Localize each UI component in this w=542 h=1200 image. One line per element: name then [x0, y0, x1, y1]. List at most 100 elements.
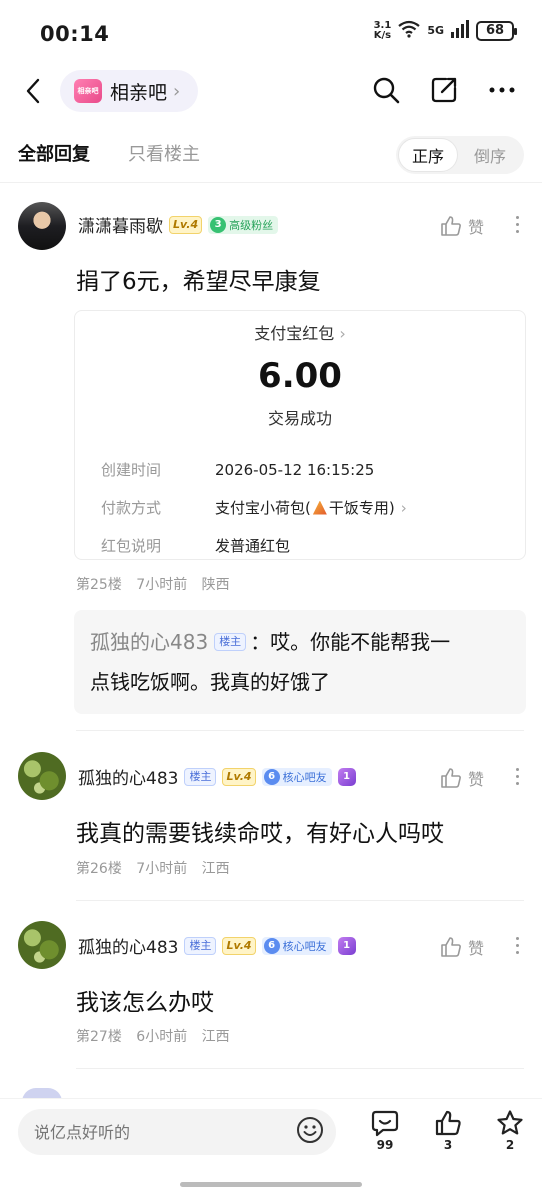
thumbs-up-icon — [441, 216, 461, 236]
sub-reply[interactable]: 孤独的心483 楼主 ：哎。你能不能帮我一 点钱吃饭啊。我真的好饿了 — [74, 610, 526, 714]
fan-badge: 6 核心吧友 — [261, 936, 332, 955]
avatar[interactable] — [18, 202, 66, 250]
status-bar: 00:14 3.1 K/s 5G 68 — [0, 0, 542, 66]
order-switch: 正序 倒序 — [396, 136, 524, 174]
owner-badge: 楼主 — [184, 767, 217, 786]
star-icon — [497, 1110, 523, 1135]
floor-number: 第27楼 — [76, 1029, 122, 1045]
divider — [76, 1068, 524, 1069]
battery-icon: 68 — [476, 20, 517, 41]
signal-icon — [450, 20, 470, 41]
sub-reply-text-cont: 点钱吃饭啊。我真的好饿了 — [90, 670, 330, 694]
share-button[interactable] — [428, 74, 460, 106]
chevron-right-icon: › — [173, 80, 181, 102]
network-speed: 3.1 K/s — [373, 19, 392, 41]
username[interactable]: 潇潇暮雨歇 — [78, 212, 163, 237]
medal-icon: 1 — [337, 936, 356, 955]
user-info: 潇潇暮雨歇 Lv.4 3 高级粉丝 — [78, 212, 279, 237]
thumbs-up-icon — [435, 1110, 461, 1136]
divider — [76, 730, 524, 731]
thumbs-up-icon — [441, 768, 461, 788]
post-meta: 第27楼 6小时前 江西 — [76, 1026, 240, 1046]
tab-only-op[interactable]: 只看楼主 — [128, 140, 200, 166]
sub-reply-author[interactable]: 孤独的心483 — [90, 622, 208, 662]
pizza-icon — [312, 500, 327, 515]
post-location: 江西 — [201, 861, 230, 877]
divider — [76, 900, 524, 901]
sub-reply-text: ：哎。你能不能帮我一 — [250, 630, 451, 654]
search-button[interactable] — [370, 74, 402, 106]
username[interactable]: 孤独的心483 — [78, 933, 178, 958]
post-meta: 第25楼 7小时前 陕西 — [76, 574, 240, 594]
post-more-button[interactable] — [514, 216, 520, 233]
pay-row-note: 红包说明 发普通红包 — [101, 537, 291, 555]
post-more-button[interactable] — [514, 768, 520, 785]
home-indicator[interactable] — [180, 1182, 362, 1187]
status-time: 00:14 — [40, 22, 110, 46]
like-count: 3 — [443, 1138, 453, 1152]
back-button[interactable] — [18, 74, 48, 108]
pay-status: 交易成功 — [267, 409, 332, 428]
more-horizontal-icon — [489, 87, 515, 93]
floor-number: 第26楼 — [76, 861, 122, 877]
fan-badge: 6 核心吧友 — [261, 767, 332, 786]
network-type: 5G — [427, 24, 444, 37]
forum-entry-button[interactable]: 相亲吧 相亲吧 › — [60, 70, 198, 112]
emoji-icon — [297, 1117, 323, 1143]
fan-badge: 3 高级粉丝 — [208, 215, 279, 234]
owner-badge: 楼主 — [184, 936, 217, 955]
wifi-icon — [397, 20, 421, 41]
post-time: 7小时前 — [136, 577, 188, 593]
post-content: 我真的需要钱续命哎，有好心人吗哎 — [76, 821, 444, 847]
like-button[interactable]: 赞 — [440, 935, 484, 959]
post-time: 7小时前 — [136, 861, 188, 877]
user-info: 孤独的心483 楼主 Lv.4 6 核心吧友 1 — [78, 933, 356, 958]
pay-row-created: 创建时间 2026-05-12 16:15:25 — [101, 460, 375, 480]
chevron-right-icon: › — [400, 498, 407, 517]
order-desc-button[interactable]: 倒序 — [460, 138, 520, 172]
status-icons: 3.1 K/s 5G 68 — [373, 19, 517, 41]
like-button[interactable]: 赞 — [440, 214, 484, 238]
emoji-button[interactable] — [296, 1116, 324, 1144]
share-icon — [431, 77, 457, 103]
comment-count: 99 — [376, 1138, 394, 1152]
medal-icon: 1 — [337, 767, 356, 786]
divider — [0, 182, 542, 183]
search-icon — [373, 77, 400, 104]
avatar[interactable] — [18, 921, 66, 969]
username[interactable]: 孤独的心483 — [78, 764, 178, 789]
tab-all-replies[interactable]: 全部回复 — [18, 140, 90, 166]
post-content: 我该怎么办哎 — [76, 990, 214, 1016]
avatar[interactable] — [18, 752, 66, 800]
post-meta: 第26楼 7小时前 江西 — [76, 858, 240, 878]
more-options-button[interactable] — [486, 74, 518, 106]
reply-input[interactable] — [18, 1109, 336, 1155]
level-badge: Lv.4 — [222, 936, 256, 955]
post-content: 捐了6元，希望尽早康复 — [76, 269, 321, 295]
like-post-button[interactable]: 3 — [428, 1109, 468, 1152]
owner-badge: 楼主 — [214, 633, 247, 651]
post-more-button[interactable] — [514, 937, 520, 954]
top-nav: 相亲吧 相亲吧 › — [0, 66, 542, 116]
like-button[interactable]: 赞 — [440, 766, 484, 790]
favorite-button[interactable]: 2 — [490, 1109, 530, 1152]
user-info: 孤独的心483 楼主 Lv.4 6 核心吧友 1 — [78, 764, 356, 789]
level-badge: Lv.4 — [169, 215, 203, 234]
forum-name: 相亲吧 — [110, 81, 168, 104]
floor-number: 第25楼 — [76, 577, 122, 593]
header-actions — [370, 74, 518, 106]
pay-row-method: 付款方式 支付宝小荷包( 干饭专用) › — [101, 498, 407, 518]
alipay-red-packet-card[interactable]: 支付宝红包 › 6.00 交易成功 创建时间 2026-05-12 16:15:… — [74, 310, 526, 560]
back-arrow-icon — [26, 78, 40, 104]
thumbs-up-icon — [441, 937, 461, 957]
level-badge: Lv.4 — [222, 767, 256, 786]
post-location: 陕西 — [201, 577, 230, 593]
comment-button[interactable]: 99 — [365, 1109, 405, 1152]
post-location: 江西 — [201, 1029, 230, 1045]
reply-filter-tabs: 全部回复 只看楼主 正序 倒序 — [0, 130, 542, 180]
forum-logo: 相亲吧 — [74, 79, 102, 103]
chevron-right-icon: › — [339, 324, 346, 343]
order-asc-button[interactable]: 正序 — [398, 138, 458, 172]
pay-card-title: 支付宝红包 › — [254, 324, 346, 343]
pay-amount: 6.00 — [258, 356, 342, 396]
